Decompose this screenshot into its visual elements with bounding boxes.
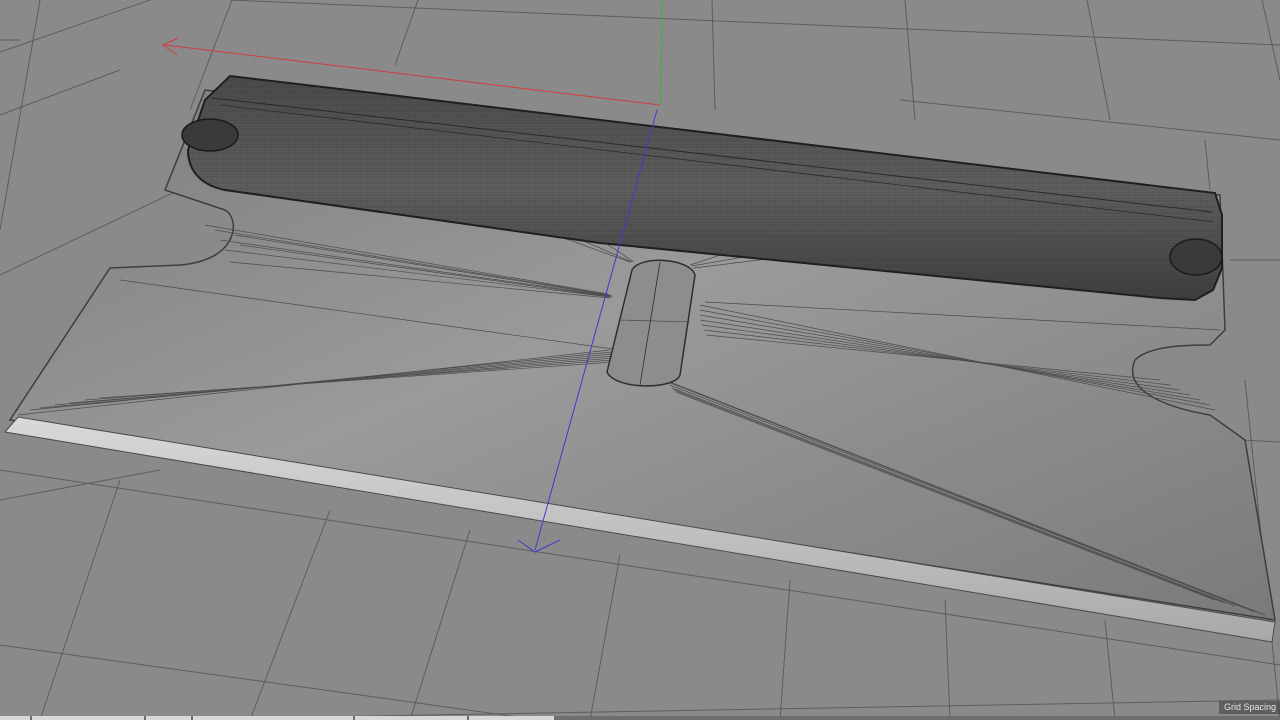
tab-4[interactable] [193, 716, 353, 720]
tab-5[interactable] [355, 716, 467, 720]
spine-end-hole-right [1169, 238, 1223, 276]
tab-2[interactable] [32, 716, 144, 720]
3d-viewport[interactable] [0, 0, 1280, 720]
tab-3[interactable] [146, 716, 191, 720]
bottom-tab-strip [0, 716, 1280, 720]
viewport-canvas[interactable] [0, 0, 1280, 720]
tab-1[interactable] [0, 716, 30, 720]
grid-spacing-label: Grid Spacing [1218, 701, 1280, 714]
tab-6[interactable] [469, 716, 554, 720]
spine-end-hole-left [181, 118, 239, 152]
